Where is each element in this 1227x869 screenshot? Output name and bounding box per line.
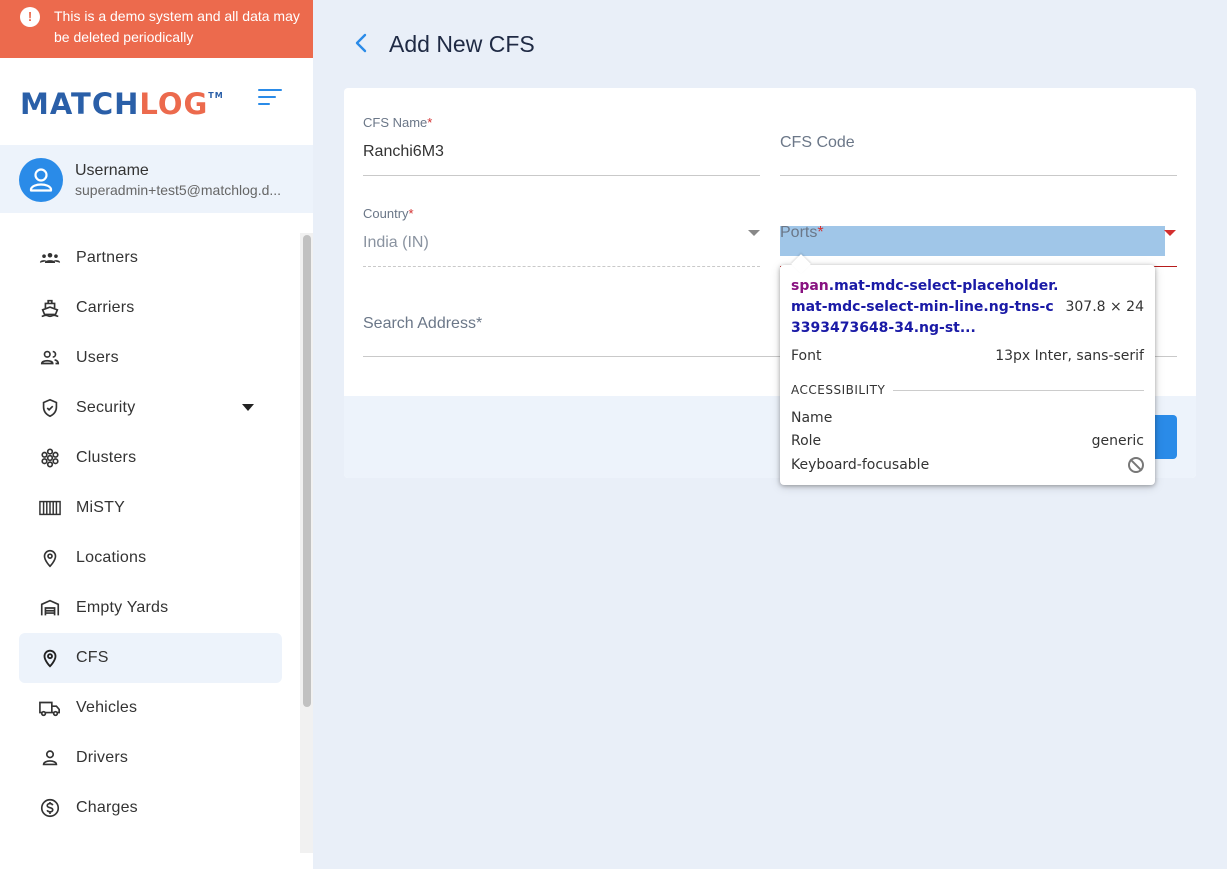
brand-logo[interactable]: MATCHLOGTM: [20, 84, 224, 124]
country-label: Country*: [363, 206, 414, 221]
sidebar-item-label: Carriers: [76, 299, 135, 316]
sidebar-item-label: Charges: [76, 799, 138, 816]
shield-icon: [38, 396, 62, 420]
tooltip-role-row: Role generic: [791, 433, 1144, 449]
ports-select[interactable]: Ports*: [780, 224, 824, 242]
sidebar-item-misty[interactable]: MiSTY: [19, 483, 282, 533]
sidebar-item-label: Vehicles: [76, 699, 138, 716]
sidebar-item-users[interactable]: Users: [19, 333, 282, 383]
sidebar-item-partners[interactable]: Partners: [19, 233, 282, 283]
page-title: Add New CFS: [389, 31, 535, 57]
logo-text-match: MATCH: [20, 87, 140, 121]
sidebar-item-locations[interactable]: Locations: [19, 533, 282, 583]
tooltip-selector: span.mat-mdc-select-placeholder.mat-mdc-…: [791, 278, 1059, 336]
sidebar-item-drivers[interactable]: Drivers: [19, 733, 282, 783]
sidebar-item-clusters[interactable]: Clusters: [19, 433, 282, 483]
dollar-icon: [38, 796, 62, 820]
sidebar-item-label: Drivers: [76, 749, 129, 766]
cfs-name-value: Ranchi6M3: [363, 143, 444, 160]
avatar-icon: [19, 158, 63, 202]
sidebar-item-label: CFS: [76, 649, 109, 666]
devtools-inspect-tooltip: span.mat-mdc-select-placeholder.mat-mdc-…: [780, 265, 1155, 485]
country-select[interactable]: Country* India (IN): [363, 203, 760, 267]
cfs-name-underline: [363, 175, 760, 176]
user-name: Username: [75, 162, 149, 179]
sidebar-item-label: Security: [76, 399, 136, 416]
logo-trademark: TM: [208, 91, 224, 100]
sidebar-item-label: Users: [76, 349, 119, 366]
users-icon: [38, 346, 62, 370]
sidebar-nav: Partners Carriers Users Security Cluster…: [19, 233, 282, 833]
sidebar-item-label: Clusters: [76, 449, 137, 466]
warehouse-icon: [38, 596, 62, 620]
country-underline: [363, 266, 760, 267]
dropdown-arrow-icon[interactable]: [1164, 230, 1176, 236]
sidebar-item-label: Locations: [76, 549, 147, 566]
container-icon: [38, 496, 62, 520]
partners-icon: [38, 246, 62, 270]
ship-icon: [38, 296, 62, 320]
sidebar-item-empty-yards[interactable]: Empty Yards: [19, 583, 282, 633]
logo-text-log: LOG: [139, 87, 209, 121]
sidebar-item-carriers[interactable]: Carriers: [19, 283, 282, 333]
cfs-code-field[interactable]: CFS Code: [780, 112, 1177, 176]
not-allowed-icon: [1128, 457, 1144, 473]
cfs-code-underline: [780, 175, 1177, 176]
demo-banner-text: This is a demo system and all data may b…: [54, 8, 300, 45]
cluster-icon: [38, 446, 62, 470]
tooltip-name-row: Name: [791, 410, 833, 426]
dropdown-arrow-icon: [748, 230, 760, 236]
demo-banner: ! This is a demo system and all data may…: [0, 0, 313, 58]
chevron-down-icon[interactable]: [242, 404, 254, 411]
ports-placeholder-highlight: [780, 226, 1165, 256]
sidebar-scrollbar-thumb[interactable]: [303, 235, 311, 707]
location-pin-icon: [38, 646, 62, 670]
tooltip-accessibility-heading: ACCESSIBILITY: [791, 383, 1144, 397]
user-email: superadmin+test5@matchlog.d...: [75, 182, 282, 198]
sidebar-item-cfs[interactable]: CFS: [19, 633, 282, 683]
tooltip-element-size: 307.8 × 24: [1065, 299, 1144, 315]
sidebar-item-vehicles[interactable]: Vehicles: [19, 683, 282, 733]
user-profile[interactable]: Username superadmin+test5@matchlog.d...: [0, 145, 313, 213]
sidebar-item-label: MiSTY: [76, 499, 125, 516]
cfs-name-label: CFS Name*: [363, 115, 433, 130]
tooltip-focusable-row: Keyboard-focusable: [791, 457, 1144, 473]
country-value: India (IN): [363, 234, 429, 251]
truck-icon: [38, 696, 62, 720]
sidebar-item-label: Empty Yards: [76, 599, 169, 616]
location-pin-icon: [38, 546, 62, 570]
sidebar-item-label: Partners: [76, 249, 139, 266]
back-icon[interactable]: [350, 30, 374, 56]
cfs-code-placeholder: CFS Code: [780, 134, 855, 151]
sidebar-item-security[interactable]: Security: [19, 383, 282, 433]
person-icon: [38, 746, 62, 770]
cfs-name-field[interactable]: CFS Name* Ranchi6M3: [363, 112, 760, 176]
search-address-placeholder: Search Address*: [363, 315, 483, 332]
sidebar-item-charges[interactable]: Charges: [19, 783, 282, 833]
warning-icon: !: [20, 7, 40, 27]
sidebar: ! This is a demo system and all data may…: [0, 0, 313, 869]
tooltip-font-row: Font 13px Inter, sans-serif: [791, 348, 1144, 364]
menu-toggle-icon[interactable]: [258, 87, 282, 107]
